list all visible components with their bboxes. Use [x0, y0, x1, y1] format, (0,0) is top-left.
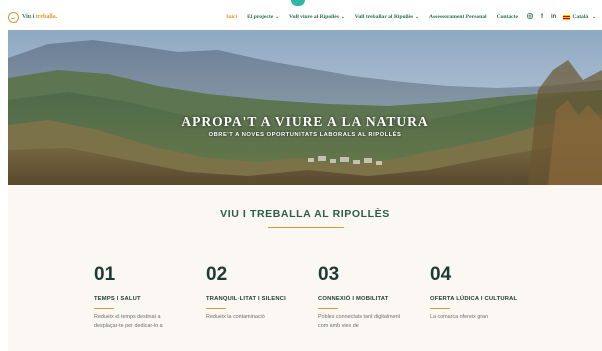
nav-item-label: El projecte — [247, 14, 274, 20]
logo-text-part1: Viu i — [22, 14, 36, 20]
catalan-flag-icon — [563, 14, 571, 20]
nav-item-label: Assessorament Personal — [428, 14, 487, 20]
feature-divider — [430, 308, 450, 309]
main-menu: Inici El projecte ⌄ Vull viure al Ripollè… — [221, 13, 596, 21]
nav-item-label: Contacte — [496, 14, 519, 20]
chevron-down-icon: ⌄ — [415, 14, 419, 19]
feature-card: 03 CONNEXIÓ I MOBILITAT Pobles connectat… — [318, 265, 408, 330]
nav-item-vull-treballar[interactable]: Vull treballar al Ripollès ⌄ — [350, 14, 424, 20]
logo-text-part2: treballa. — [35, 14, 58, 20]
feature-title: OFERTA LÚDICA I CULTURAL — [430, 296, 518, 302]
feature-divider — [206, 308, 226, 309]
hero-landscape-image — [8, 30, 602, 185]
facebook-icon[interactable]: f — [537, 14, 547, 20]
chevron-down-icon: ⌄ — [340, 14, 345, 19]
nav-item-label: Inici — [226, 14, 238, 20]
feature-text: Redueix el temps destinat a desplaçar-te… — [94, 314, 163, 329]
feature-number: 04 — [430, 264, 452, 285]
hero-title: APROPA'T A VIURE A LA NATURA — [181, 114, 429, 129]
main-navbar: Viu i treballa. Inici El projecte ⌄ Vull … — [0, 6, 602, 28]
chevron-down-icon: ⌄ — [275, 14, 279, 19]
nav-item-inici[interactable]: Inici — [221, 14, 242, 20]
feature-number: 03 — [318, 264, 340, 285]
feature-number: 01 — [94, 264, 116, 285]
feature-title: TEMPS I SALUT — [94, 296, 141, 302]
feature-number: 02 — [206, 264, 228, 285]
feature-card: 04 OFERTA LÚDICA I CULTURAL La comarca o… — [430, 265, 520, 322]
language-selector[interactable]: Català ⌄ — [560, 14, 596, 20]
feature-text: Pobles connectats tant digitalment com a… — [318, 314, 401, 329]
instagram-icon[interactable] — [523, 13, 537, 21]
features-row: 01 TEMPS I SALUT Redueix el temps destin… — [94, 265, 554, 351]
feature-text: La comarca ofereix gran — [430, 314, 489, 320]
section-title: VIU I TREBALLA AL RIPOLLÈS — [220, 208, 390, 220]
chevron-down-icon: ⌄ — [592, 14, 596, 19]
features-section: VIU I TREBALLA AL RIPOLLÈS 01 TEMPS I SA… — [8, 185, 602, 351]
nav-item-vull-viure[interactable]: Vull viure al Ripollès ⌄ — [284, 14, 350, 20]
logo-text: Viu i treballa. — [22, 14, 57, 20]
site-logo[interactable]: Viu i treballa. — [8, 11, 57, 23]
language-label: Català — [572, 14, 589, 20]
feature-card: 02 TRANQUIL·LITAT I SILENCI Redueix la c… — [206, 265, 296, 322]
logo-smile-icon — [8, 11, 19, 23]
feature-card: 01 TEMPS I SALUT Redueix el temps destin… — [94, 265, 184, 330]
hero-banner: APROPA'T A VIURE A LA NATURA OBRE'T A NO… — [8, 30, 602, 185]
feature-text: Redueix la contaminació — [206, 314, 265, 320]
section-divider — [268, 227, 344, 228]
hero-subtitle: OBRE'T A NOVES OPORTUNITATS LABORALS AL … — [208, 132, 402, 138]
nav-item-el-projecte[interactable]: El projecte ⌄ — [242, 14, 284, 20]
feature-divider — [318, 308, 338, 309]
feature-title: CONNEXIÓ I MOBILITAT — [318, 296, 389, 302]
nav-item-label: Vull viure al Ripollès — [289, 14, 339, 20]
linkedin-icon[interactable]: in — [547, 14, 560, 20]
feature-divider — [94, 308, 114, 309]
nav-item-label: Vull treballar al Ripollès — [354, 14, 414, 20]
nav-item-assessorament[interactable]: Assessorament Personal — [424, 14, 492, 20]
nav-item-contacte[interactable]: Contacte — [492, 14, 523, 20]
feature-title: TRANQUIL·LITAT I SILENCI — [206, 296, 286, 302]
